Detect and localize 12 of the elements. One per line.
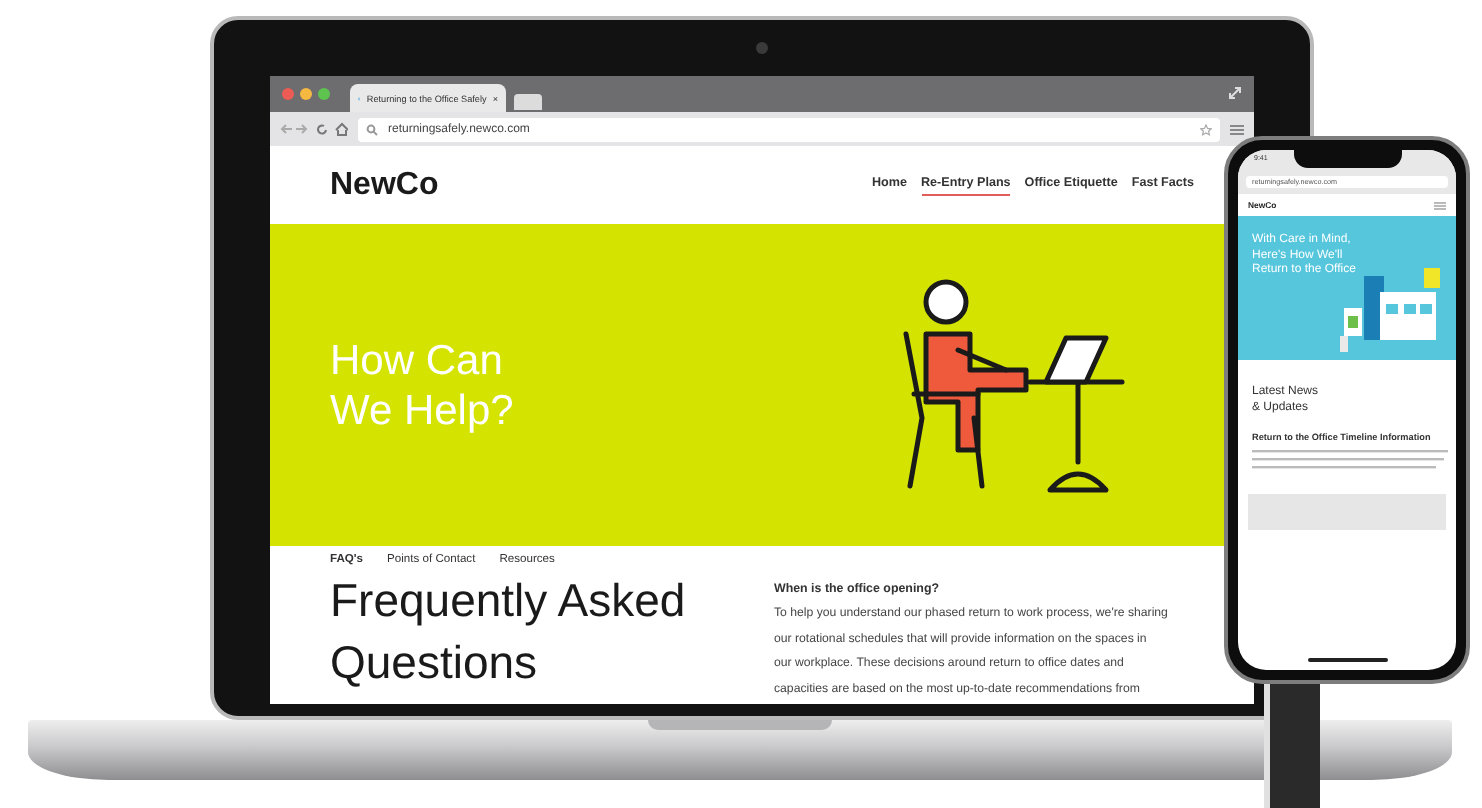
faq-title: Frequently Asked Questions	[330, 572, 688, 692]
navigation-icons[interactable]	[280, 122, 348, 136]
fullscreen-icon[interactable]	[1228, 86, 1242, 100]
home-indicator	[1307, 658, 1387, 662]
search-icon	[366, 123, 378, 135]
camera-icon	[756, 42, 768, 54]
hero-title: How Can We Help?	[330, 335, 514, 435]
site-logo[interactable]: NewCo	[330, 167, 439, 203]
menu-icon[interactable]	[1434, 201, 1446, 209]
menu-icon[interactable]	[1230, 123, 1244, 135]
window-controls-icon[interactable]	[282, 88, 330, 100]
bookmark-star-icon[interactable]	[1200, 123, 1212, 135]
